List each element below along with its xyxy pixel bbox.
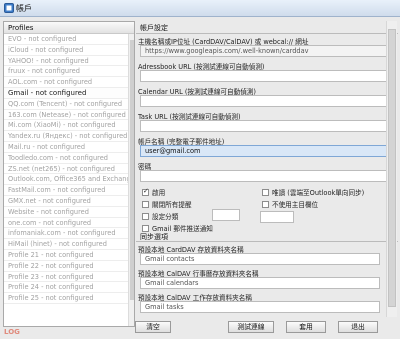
profile-item[interactable]: QQ.com (Tencent) - not configured	[4, 99, 134, 110]
group-field[interactable]	[212, 209, 240, 221]
checkbox-box[interactable]	[142, 212, 149, 220]
profile-item[interactable]: one.com - not configured	[4, 218, 134, 229]
clear-button[interactable]: 清空	[135, 321, 171, 333]
profile-item[interactable]: Profile 23 - not configured	[4, 272, 134, 283]
profiles-list[interactable]: Profiles EVO - not configured iCloud - n…	[3, 21, 135, 327]
checkbox-box[interactable]	[142, 224, 149, 232]
profile-item[interactable]: Toodledo.com - not configured	[4, 153, 134, 164]
account-name-field[interactable]: user@gmail.com	[140, 145, 392, 157]
enabled-checkbox[interactable]: 啟用	[142, 187, 165, 197]
profile-item[interactable]: Profile 22 - not configured	[4, 261, 134, 272]
section-divider	[136, 33, 398, 34]
apply-button[interactable]: 套用	[286, 321, 326, 333]
checkbox-label: 不使用主目欄位	[272, 201, 319, 209]
profiles-scrollbar[interactable]	[128, 34, 134, 326]
settings-panel: 帳戶設定 主機名稱或IP位址 (CardDAV/CalDAV) 或 webcal…	[136, 21, 398, 316]
profile-item[interactable]: Website - not configured	[4, 207, 134, 218]
profile-item[interactable]: 163.com (Netease) - not configured	[4, 110, 134, 121]
profile-item[interactable]: FastMail.com - not configured	[4, 185, 134, 196]
profile-item[interactable]: Mail.ru - not configured	[4, 142, 134, 153]
profile-item[interactable]: iCloud - not configured	[4, 45, 134, 56]
task-url-field[interactable]	[140, 120, 392, 132]
checkbox-label: 關閉所有提醒	[152, 201, 192, 209]
profile-item[interactable]: infomaniak.com - not configured	[4, 228, 134, 240]
profile-item[interactable]: Profile 21 - not configured	[4, 250, 134, 261]
profile-item[interactable]: AOL.com - not configured	[4, 77, 134, 88]
checkbox-label: 啟用	[152, 189, 166, 197]
profiles-scroll-thumb[interactable]	[130, 40, 134, 300]
checkbox-box[interactable]	[142, 200, 149, 208]
profile-item[interactable]: YAHOO! - not configured	[4, 56, 134, 67]
set-group-checkbox[interactable]: 設定分類	[142, 211, 178, 221]
checkbox-box[interactable]	[262, 188, 269, 196]
caldav-tasks-folder-field[interactable]: Gmail tasks	[140, 301, 380, 313]
profile-item[interactable]: HiMail (hinet) - not configured	[4, 239, 134, 250]
title-bar: 帳戶	[0, 0, 400, 17]
caldav-calendar-folder-field[interactable]: Gmail calendars	[140, 277, 380, 289]
app-icon	[4, 3, 14, 13]
section-divider	[136, 241, 398, 242]
group-color-field[interactable]	[260, 211, 294, 223]
disable-reminders-checkbox[interactable]: 關閉所有提醒	[142, 199, 192, 209]
profile-item[interactable]: Mi.com (XiaoMi) - not configured	[4, 120, 134, 132]
no-main-color-checkbox[interactable]: 不使用主目欄位	[262, 199, 318, 209]
profile-item[interactable]: Yandex.ru (Яндекс) - not configured	[4, 131, 134, 142]
checkbox-box[interactable]	[262, 200, 269, 208]
profiles-header: Profiles	[4, 22, 134, 34]
profile-item[interactable]: Profile 24 - not configured	[4, 282, 134, 294]
profile-item[interactable]: EVO - not configured	[4, 34, 134, 45]
profile-item[interactable]: GMX.net - not configured	[4, 196, 134, 207]
app-logo: LOG	[4, 328, 20, 336]
profile-item[interactable]: fruux - not configured	[4, 66, 134, 78]
calendar-url-field[interactable]	[140, 95, 392, 107]
exit-button[interactable]: 退出	[338, 321, 378, 333]
server-field[interactable]: https://www.googleapis.com/.well-known/c…	[140, 45, 392, 57]
profile-items: EVO - not configured iCloud - not config…	[4, 34, 134, 304]
addressbook-url-field[interactable]	[140, 70, 392, 82]
checkbox-label: 唯讀 (雲端至Outlook單向同步)	[272, 189, 365, 197]
checkbox-box[interactable]	[142, 187, 149, 196]
checkbox-label: 設定分類	[152, 213, 179, 221]
settings-scrollbar[interactable]	[386, 21, 397, 317]
profile-item[interactable]: Outlook.com, Office365 and Exchange	[4, 174, 134, 186]
test-connection-button[interactable]: 測試連線	[228, 321, 274, 333]
one-way-checkbox[interactable]: 唯讀 (雲端至Outlook單向同步)	[262, 187, 364, 197]
account-settings-title: 帳戶設定	[140, 24, 168, 32]
profile-item-selected[interactable]: Gmail - not configured	[4, 87, 134, 99]
profile-item[interactable]: ZS.net (net265) - not configured	[4, 164, 134, 175]
profile-item[interactable]: Profile 25 - not configured	[4, 293, 134, 304]
carddav-folder-field[interactable]: Gmail contacts	[140, 253, 380, 265]
settings-scroll-thumb[interactable]	[388, 29, 396, 307]
window-title: 帳戶	[16, 4, 32, 13]
password-field[interactable]	[140, 170, 392, 182]
